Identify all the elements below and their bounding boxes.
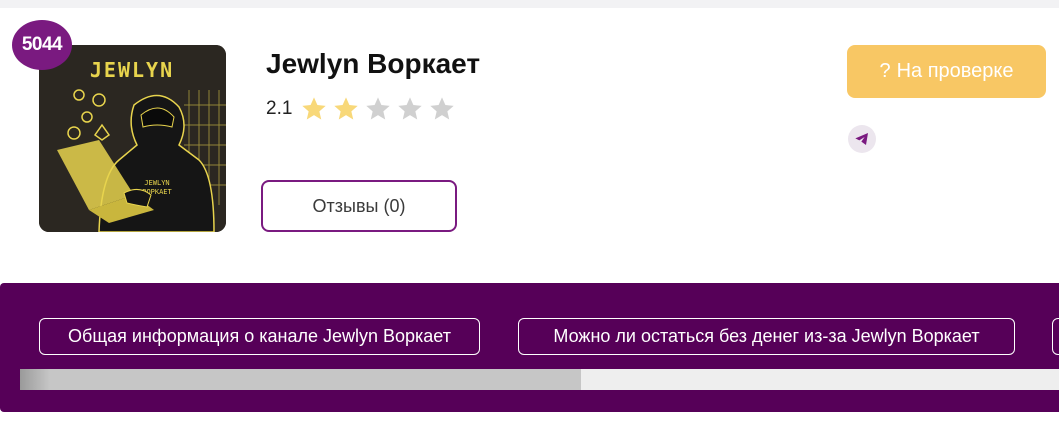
top-strip: [0, 0, 1059, 8]
rating-value: 2.1: [266, 98, 293, 119]
channel-avatar[interactable]: JEWLYN JEWLYN ВОРКАЕТ: [39, 45, 226, 232]
star-icon: [334, 97, 359, 120]
svg-text:JEWLYN: JEWLYN: [144, 179, 169, 187]
channel-title: Jewlyn Воркает: [266, 48, 481, 79]
reviews-button[interactable]: Отзывы (0): [261, 180, 457, 232]
telegram-icon[interactable]: [848, 125, 876, 153]
nav-chip-general-info[interactable]: Общая информация о канале Jewlyn Воркает: [39, 318, 480, 355]
rank-badge: 5044: [12, 20, 72, 70]
scrollbar-thumb[interactable]: [20, 369, 581, 390]
rating-stars: [300, 95, 456, 123]
star-icon: [430, 97, 455, 120]
star-icon: [302, 97, 327, 120]
rating: 2.1: [266, 95, 456, 123]
avatar-logo-text: JEWLYN: [90, 58, 174, 82]
avatar-illustration: JEWLYN JEWLYN ВОРКАЕТ: [39, 45, 226, 232]
nav-chip-next[interactable]: [1052, 318, 1059, 355]
star-icon: [398, 97, 423, 120]
question-icon: ?: [879, 60, 891, 82]
nav-chip-money-risk[interactable]: Можно ли остаться без денег из-за Jewlyn…: [518, 318, 1015, 355]
star-icon: [366, 97, 391, 120]
status-label: На проверке: [896, 60, 1014, 82]
horizontal-scrollbar[interactable]: [20, 369, 1059, 390]
telegram-glyph: [855, 133, 868, 145]
status-button[interactable]: ? На проверке: [847, 45, 1046, 98]
